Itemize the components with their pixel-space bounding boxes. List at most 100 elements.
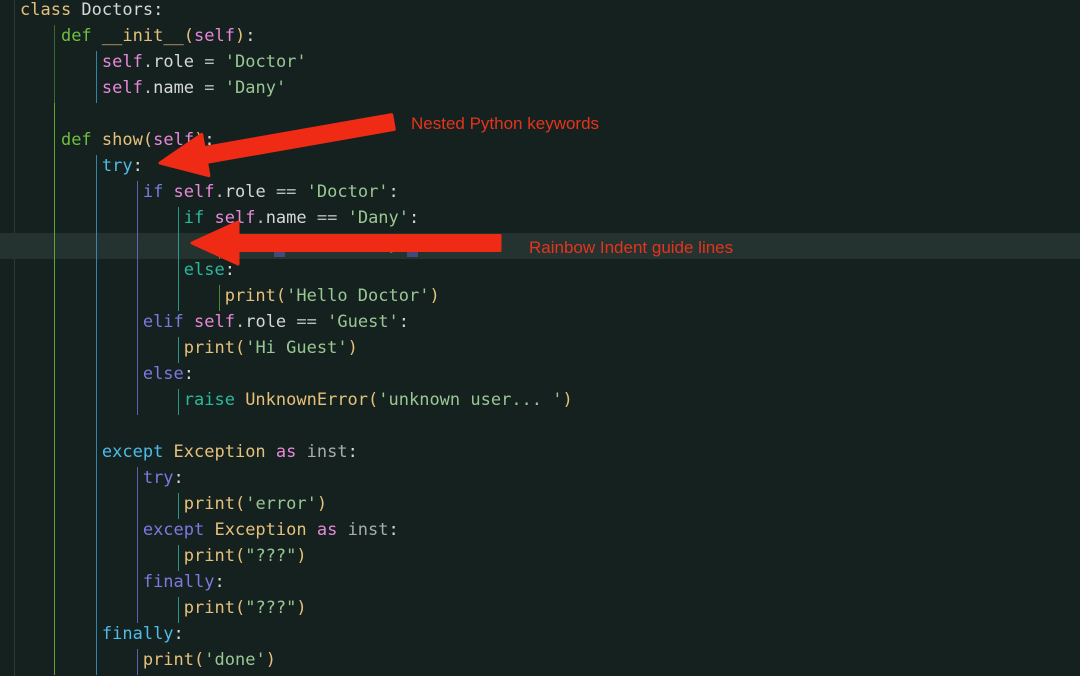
code-line[interactable]: def __init__(self): <box>0 23 1080 49</box>
code-token: self <box>153 130 194 150</box>
indent-space <box>20 494 184 514</box>
code-token: ) <box>296 546 306 566</box>
code-token: self <box>102 78 143 98</box>
code-token: ) <box>266 650 276 670</box>
code-token: ) <box>317 494 327 514</box>
code-token: show <box>102 130 143 150</box>
code-token: ) <box>296 598 306 618</box>
code-token: print <box>143 650 194 670</box>
code-line[interactable]: if self.name == 'Dany': <box>0 205 1080 231</box>
code-token: : <box>133 156 143 176</box>
code-token: 'Hello Doctor' <box>286 286 429 306</box>
code-line[interactable]: if self.role == 'Doctor': <box>0 179 1080 205</box>
code-token: try <box>143 468 174 488</box>
bracket-match-highlight <box>407 235 418 257</box>
indent-space <box>20 182 143 202</box>
indent-space <box>20 26 61 46</box>
code-line[interactable]: print('Hi Guest') <box>0 335 1080 361</box>
code-token: UnknownError <box>245 390 368 410</box>
code-token: def <box>61 130 102 150</box>
code-line[interactable]: class Doctors: <box>0 0 1080 23</box>
code-line[interactable]: self.name = 'Dany' <box>0 75 1080 101</box>
code-token: self <box>102 52 143 72</box>
code-token: Exception <box>214 520 306 540</box>
code-line[interactable]: print('done') <box>0 647 1080 673</box>
code-token: == <box>286 312 327 332</box>
code-token: except <box>102 442 174 462</box>
code-token: name <box>266 208 307 228</box>
code-editor[interactable]: class Doctors: def __init__(self): self.… <box>0 0 1080 676</box>
code-line[interactable]: else: <box>0 361 1080 387</box>
indent-space <box>20 572 143 592</box>
code-token: 'Dany' <box>348 208 409 228</box>
code-token: 'done' <box>204 650 265 670</box>
code-token: 'Doctor' <box>225 52 307 72</box>
code-token: = <box>194 78 225 98</box>
code-token: Doctors <box>81 0 153 20</box>
code-token: == <box>266 182 307 202</box>
code-token: elif <box>143 312 194 332</box>
code-token: inst <box>307 442 348 462</box>
annot-nested-keywords: Nested Python keywords <box>411 114 599 134</box>
code-line[interactable]: except Exception as inst: <box>0 517 1080 543</box>
code-token: ( <box>143 130 153 150</box>
code-token: if <box>184 208 215 228</box>
code-token: 'Hello Dany' <box>286 234 409 254</box>
indent-space <box>20 650 143 670</box>
code-token: class <box>20 0 81 20</box>
code-token: role <box>153 52 194 72</box>
bracket-match-highlight <box>274 235 285 257</box>
code-line[interactable]: print("???") <box>0 595 1080 621</box>
code-line[interactable]: elif self.role == 'Guest': <box>0 309 1080 335</box>
indent-space <box>20 208 184 228</box>
code-line[interactable]: raise UnknownError('unknown user... ') <box>0 387 1080 413</box>
code-token: except <box>143 520 215 540</box>
indent-space <box>20 130 61 150</box>
code-token: "???" <box>245 598 296 618</box>
code-line[interactable]: try: <box>0 465 1080 491</box>
indent-space <box>20 234 225 254</box>
code-token: ( <box>235 598 245 618</box>
code-token: 'Hi Guest' <box>245 338 347 358</box>
code-token: . <box>143 78 153 98</box>
code-token: try <box>102 156 133 176</box>
code-token: : <box>389 520 399 540</box>
code-token: : <box>348 442 358 462</box>
code-token: == <box>307 208 348 228</box>
code-token: __init__ <box>102 26 184 46</box>
code-token: ( <box>368 390 378 410</box>
code-line[interactable]: finally: <box>0 621 1080 647</box>
code-line[interactable]: finally: <box>0 569 1080 595</box>
indent-space <box>20 286 225 306</box>
code-token: ) <box>194 130 204 150</box>
code-token: : <box>214 572 224 592</box>
code-token: ) <box>235 26 245 46</box>
code-line[interactable]: except Exception as inst: <box>0 439 1080 465</box>
code-token: self <box>194 26 235 46</box>
code-token: . <box>215 182 225 202</box>
annot-rainbow-guides: Rainbow Indent guide lines <box>529 238 733 258</box>
code-line[interactable]: print('error') <box>0 491 1080 517</box>
code-token: def <box>61 26 102 46</box>
indent-space <box>20 598 184 618</box>
code-line[interactable]: print('Hello Doctor') <box>0 283 1080 309</box>
code-line[interactable]: else: <box>0 257 1080 283</box>
indent-space <box>20 338 184 358</box>
code-token: role <box>225 182 266 202</box>
code-token: 'Doctor' <box>307 182 389 202</box>
code-line[interactable]: self.role = 'Doctor' <box>0 49 1080 75</box>
code-token: as <box>266 442 307 462</box>
code-token: ( <box>184 26 194 46</box>
code-token: = <box>194 52 225 72</box>
code-token: print <box>225 234 276 254</box>
indent-space <box>20 624 102 644</box>
code-token: role <box>245 312 286 332</box>
indent-space <box>20 78 102 98</box>
indent-space <box>20 156 102 176</box>
code-line[interactable]: print("???") <box>0 543 1080 569</box>
code-line[interactable]: try: <box>0 153 1080 179</box>
code-line[interactable] <box>0 413 1080 439</box>
code-token: print <box>184 494 235 514</box>
code-token: : <box>399 312 409 332</box>
indent-space <box>20 260 184 280</box>
